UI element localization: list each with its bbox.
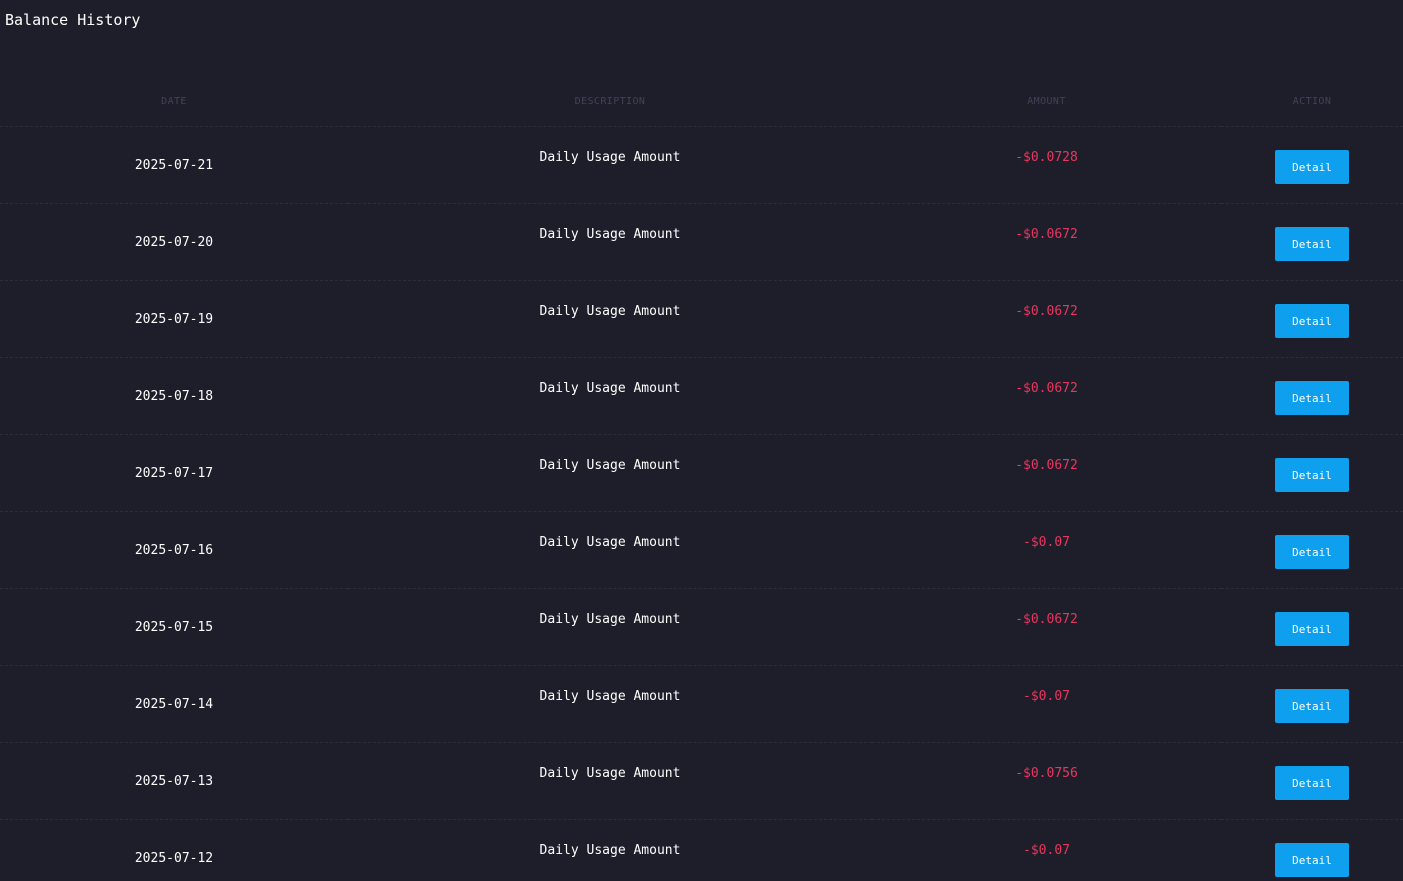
row-date: 2025-07-15 [0,588,348,666]
table-row: 2025-07-13 Daily Usage Amount -$0.0756 D… [0,742,1403,820]
detail-button[interactable]: Detail [1275,150,1349,184]
row-amount: -$0.0672 [872,203,1221,281]
row-date: 2025-07-16 [0,511,348,589]
header-amount: AMOUNT [872,88,1221,127]
detail-button[interactable]: Detail [1275,458,1349,492]
row-amount: -$0.0672 [872,357,1221,435]
page-title: Balance History [5,11,141,29]
detail-button[interactable]: Detail [1275,304,1349,338]
row-description: Daily Usage Amount [348,357,872,435]
row-date: 2025-07-18 [0,357,348,435]
row-action-cell: Detail [1221,588,1403,666]
row-description: Daily Usage Amount [348,742,872,820]
detail-button[interactable]: Detail [1275,843,1349,877]
row-action-cell: Detail [1221,511,1403,589]
row-action-cell: Detail [1221,126,1403,204]
row-action-cell: Detail [1221,280,1403,358]
header-date: DATE [0,88,348,127]
detail-button[interactable]: Detail [1275,689,1349,723]
detail-button[interactable]: Detail [1275,381,1349,415]
table-row: 2025-07-14 Daily Usage Amount -$0.07 Det… [0,665,1403,743]
balance-history-table: DATE DESCRIPTION AMOUNT ACTION 2025-07-2… [0,88,1403,881]
row-amount: -$0.0728 [872,126,1221,204]
table-row: 2025-07-12 Daily Usage Amount -$0.07 Det… [0,819,1403,881]
header-row: DATE DESCRIPTION AMOUNT ACTION [0,88,1403,127]
row-amount: -$0.0756 [872,742,1221,820]
row-amount: -$0.07 [872,819,1221,881]
row-date: 2025-07-12 [0,819,348,881]
row-action-cell: Detail [1221,357,1403,435]
row-description: Daily Usage Amount [348,126,872,204]
table-body: 2025-07-21 Daily Usage Amount -$0.0728 D… [0,126,1403,881]
row-description: Daily Usage Amount [348,203,872,281]
table-row: 2025-07-21 Daily Usage Amount -$0.0728 D… [0,126,1403,204]
detail-button[interactable]: Detail [1275,227,1349,261]
detail-button[interactable]: Detail [1275,766,1349,800]
table-row: 2025-07-15 Daily Usage Amount -$0.0672 D… [0,588,1403,666]
table-row: 2025-07-18 Daily Usage Amount -$0.0672 D… [0,357,1403,435]
detail-button[interactable]: Detail [1275,535,1349,569]
header-action: ACTION [1221,88,1403,127]
row-description: Daily Usage Amount [348,280,872,358]
row-action-cell: Detail [1221,434,1403,512]
row-date: 2025-07-21 [0,126,348,204]
row-action-cell: Detail [1221,203,1403,281]
header-description: DESCRIPTION [348,88,872,127]
row-date: 2025-07-19 [0,280,348,358]
row-date: 2025-07-17 [0,434,348,512]
table-row: 2025-07-20 Daily Usage Amount -$0.0672 D… [0,203,1403,281]
table-header: DATE DESCRIPTION AMOUNT ACTION [0,88,1403,127]
table-row: 2025-07-19 Daily Usage Amount -$0.0672 D… [0,280,1403,358]
row-description: Daily Usage Amount [348,434,872,512]
row-description: Daily Usage Amount [348,819,872,881]
row-amount: -$0.0672 [872,588,1221,666]
row-amount: -$0.0672 [872,434,1221,512]
row-description: Daily Usage Amount [348,665,872,743]
row-amount: -$0.07 [872,511,1221,589]
row-amount: -$0.07 [872,665,1221,743]
balance-history-page: Balance History DATE DESCRIPTION AMOUNT … [0,0,1403,881]
row-description: Daily Usage Amount [348,511,872,589]
row-date: 2025-07-13 [0,742,348,820]
row-description: Daily Usage Amount [348,588,872,666]
row-action-cell: Detail [1221,742,1403,820]
detail-button[interactable]: Detail [1275,612,1349,646]
table-row: 2025-07-16 Daily Usage Amount -$0.07 Det… [0,511,1403,589]
row-action-cell: Detail [1221,819,1403,881]
row-date: 2025-07-14 [0,665,348,743]
row-action-cell: Detail [1221,665,1403,743]
row-amount: -$0.0672 [872,280,1221,358]
row-date: 2025-07-20 [0,203,348,281]
table-row: 2025-07-17 Daily Usage Amount -$0.0672 D… [0,434,1403,512]
